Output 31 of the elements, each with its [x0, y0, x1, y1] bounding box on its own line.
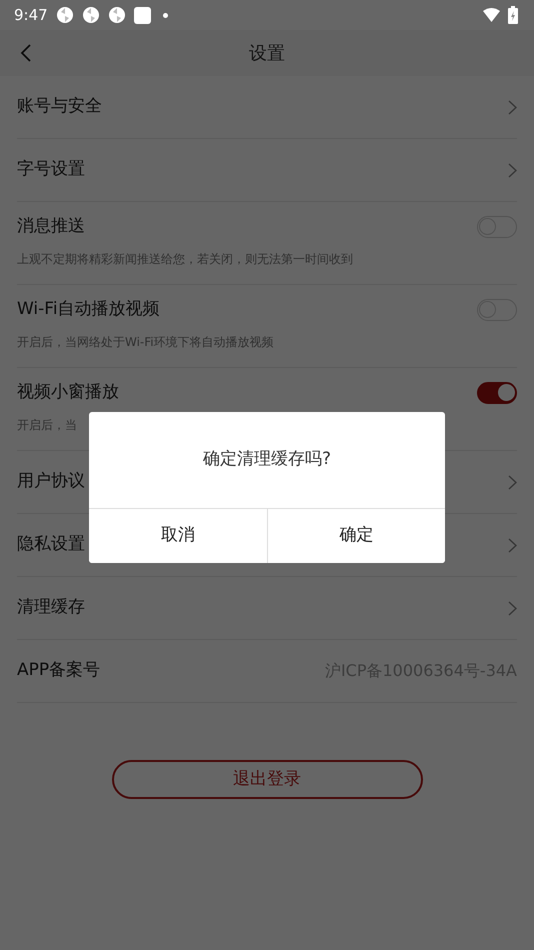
square-icon [134, 6, 151, 24]
item-label: 隐私设置 [17, 533, 85, 556]
chevron-icon [508, 600, 517, 616]
toggle-switch[interactable] [477, 382, 517, 404]
sync-icon [82, 6, 100, 24]
page-title: 设置 [249, 42, 285, 66]
back-icon[interactable] [20, 43, 32, 63]
logout-button[interactable]: 退出登录 [112, 760, 422, 799]
chevron-icon [508, 100, 517, 114]
wifi-icon [483, 8, 500, 22]
settings-item[interactable]: 字号设置 [17, 139, 517, 202]
item-label: 清理缓存 [17, 596, 85, 620]
battery-icon [508, 6, 518, 24]
status-time: 9:47 [14, 4, 48, 26]
chevron-icon [508, 538, 517, 552]
item-label: 用户协议 [17, 470, 85, 494]
item-label: Wi-Fi自动播放视频 [17, 298, 160, 322]
item-label: 账号与安全 [17, 95, 102, 118]
item-label: 字号设置 [17, 158, 85, 182]
item-label: APP备案号 [17, 659, 100, 682]
dot-icon [162, 12, 168, 18]
settings-item[interactable]: 账号与安全 [17, 76, 517, 139]
sync-icon [56, 6, 74, 24]
sync-icon [108, 6, 126, 24]
dialog-button[interactable]: 确定 [266, 509, 445, 563]
settings-item[interactable]: 清理缓存 [17, 577, 517, 640]
chevron-icon [508, 162, 517, 178]
chevron-icon [508, 474, 517, 490]
item-label: 视频小窗播放 [17, 381, 119, 404]
item-label: 消息推送 [17, 215, 85, 238]
dialog-message: 确定清理缓存吗? [202, 448, 332, 472]
